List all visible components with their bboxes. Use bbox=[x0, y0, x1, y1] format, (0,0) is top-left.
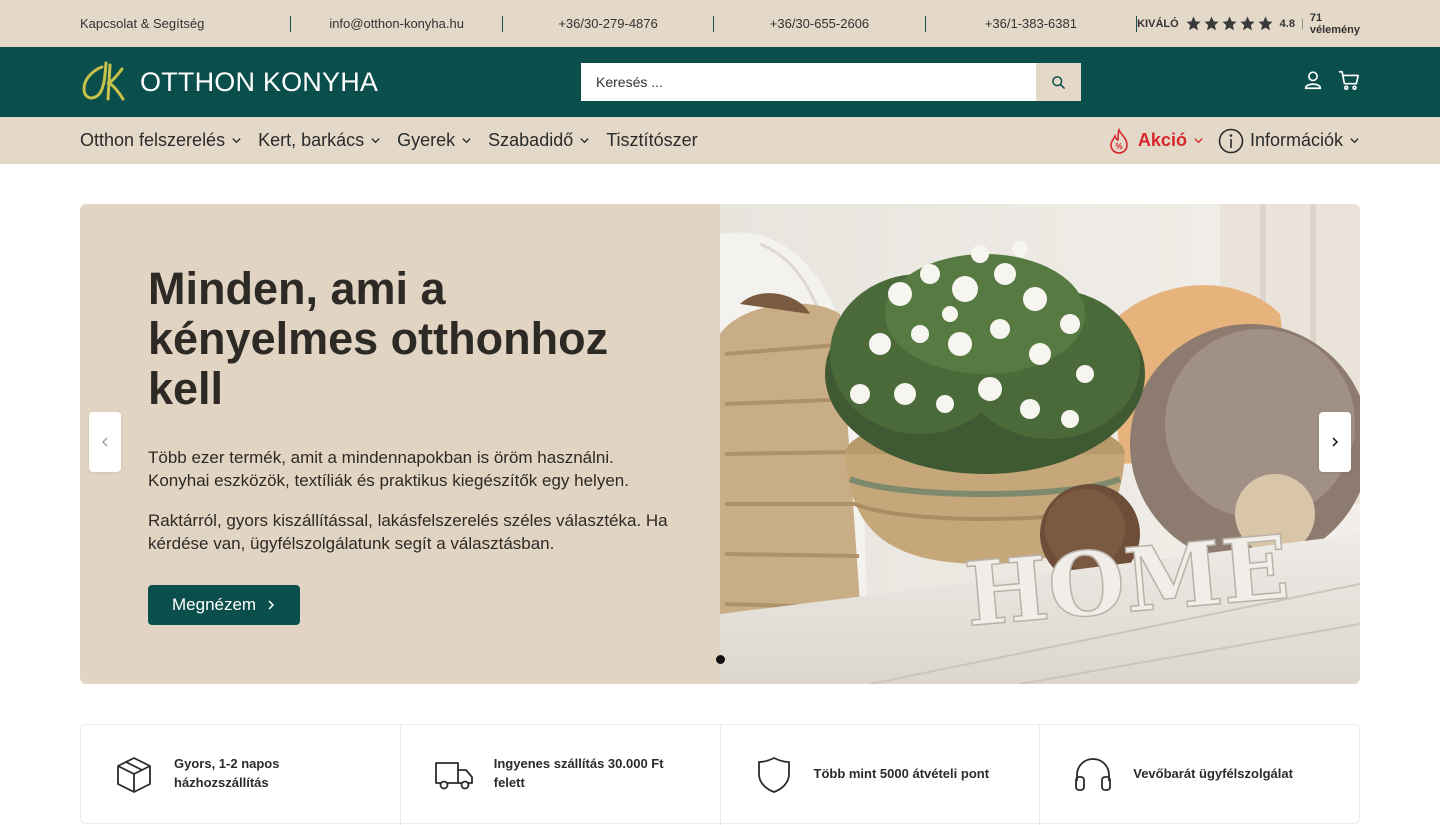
header-actions bbox=[1302, 69, 1360, 91]
chevron-right-icon bbox=[1332, 437, 1339, 447]
chevron-down-icon bbox=[232, 138, 241, 144]
box-icon bbox=[117, 757, 151, 793]
top-info-bar: Kapcsolat & Segítség info@otthon-konyha.… bbox=[0, 0, 1440, 47]
feature-item: Gyors, 1-2 napos házhozszállítás bbox=[81, 725, 401, 825]
site-header: OTTHON KONYHA bbox=[0, 47, 1440, 117]
help-link[interactable]: Kapcsolat & Segítség bbox=[80, 16, 204, 31]
nav-label: Akció bbox=[1137, 130, 1187, 150]
nav-label: Információk bbox=[1249, 130, 1343, 150]
slider-dot-active[interactable] bbox=[716, 655, 725, 664]
rating-score: 4.8 bbox=[1279, 17, 1295, 30]
hero-photo: HOME bbox=[720, 204, 1360, 684]
nav-item-szabadido[interactable]: Szabadidő bbox=[488, 130, 590, 151]
brand-name: OTTHON KONYHA bbox=[140, 66, 379, 97]
headphones-icon bbox=[1075, 758, 1112, 791]
email-link[interactable]: info@otthon-konyha.hu bbox=[329, 16, 464, 31]
chevron-right-icon bbox=[268, 600, 275, 610]
phone-link-1[interactable]: +36/30-279-4876 bbox=[558, 16, 657, 31]
nav-item-tisztitoszer[interactable]: Tisztítószer bbox=[606, 130, 697, 151]
hero-paragraph-1: Több ezer termék, amit a mindennapokban … bbox=[148, 448, 629, 490]
phone-link-2[interactable]: +36/30-655-2606 bbox=[770, 16, 869, 31]
chevron-left-icon bbox=[102, 437, 108, 447]
cta-label: Megnézem bbox=[172, 595, 257, 614]
nav-item-otthon-felszereles[interactable]: Otthon felszerelés bbox=[80, 130, 242, 151]
rating-stars bbox=[1185, 15, 1274, 32]
slider-next-button[interactable] bbox=[1319, 412, 1351, 472]
info-icon bbox=[1218, 128, 1244, 153]
rating-separator: | bbox=[1300, 17, 1304, 30]
features-bar: Gyors, 1-2 napos házhozszállítás Ingyene… bbox=[80, 724, 1360, 825]
hero-title: Minden, ami a kényelmes otthonhoz kell bbox=[148, 263, 609, 414]
chevron-down-icon bbox=[580, 138, 589, 144]
cta-button[interactable]: Megnézem bbox=[148, 585, 301, 625]
feature-text: Vevőbarát ügyfélszolgálat bbox=[1133, 765, 1293, 781]
hero-text-panel: Minden, ami a kényelmes otthonhoz kell T… bbox=[80, 204, 720, 684]
star-icon bbox=[1222, 16, 1237, 31]
search-bar bbox=[581, 63, 1081, 101]
svg-text:%: % bbox=[1115, 142, 1122, 151]
feature-text: Gyors, 1-2 napos házhozszállítás bbox=[174, 756, 280, 790]
shield-icon bbox=[757, 757, 790, 793]
feature-text: Ingyenes szállítás 30.000 Ft felett bbox=[493, 756, 664, 790]
chevron-down-icon bbox=[371, 138, 380, 144]
hero-slider: Minden, ami a kényelmes otthonhoz kell T… bbox=[80, 204, 1360, 684]
search-icon bbox=[1052, 75, 1065, 89]
feature-item: Több mint 5000 átvételi pont bbox=[721, 725, 1041, 825]
rating-reviews: 71 vélemény bbox=[1309, 11, 1360, 36]
logo[interactable]: OTTHON KONYHA bbox=[80, 59, 378, 105]
slider-prev-button[interactable] bbox=[89, 412, 121, 472]
star-icon bbox=[1258, 16, 1273, 31]
nav-item-kert-barkacs[interactable]: Kert, barkács bbox=[258, 130, 381, 151]
nav-label: Szabadidő bbox=[488, 130, 574, 150]
sale-flame-icon: % bbox=[1110, 127, 1128, 154]
cart-icon[interactable] bbox=[1338, 69, 1360, 91]
rating-widget[interactable]: KIVÁLÓ 4.8 | 71 vélemény bbox=[1137, 12, 1360, 36]
nav-item-akcio[interactable]: % Akció bbox=[1106, 127, 1204, 154]
hero-image: HOME bbox=[720, 204, 1360, 684]
chevron-down-icon bbox=[1350, 138, 1359, 144]
search-input[interactable] bbox=[581, 63, 1036, 101]
feature-text: Több mint 5000 átvételi pont bbox=[813, 765, 990, 781]
phone-link-3[interactable]: +36/1-383-6381 bbox=[985, 16, 1077, 31]
chevron-down-icon bbox=[462, 138, 471, 144]
nav-item-gyerek[interactable]: Gyerek bbox=[397, 130, 472, 151]
feature-item: Ingyenes szállítás 30.000 Ft felett bbox=[401, 725, 721, 825]
logo-mark-icon bbox=[82, 61, 125, 101]
main-nav: Otthon felszerelés Kert, barkács Gyerek … bbox=[0, 117, 1440, 164]
star-icon bbox=[1204, 16, 1219, 31]
nav-label: Otthon felszerelés bbox=[80, 130, 226, 150]
nav-item-informaciok[interactable]: Információk bbox=[1218, 128, 1360, 154]
rating-label: KIVÁLÓ bbox=[1137, 17, 1179, 30]
feature-item: Vevőbarát ügyfélszolgálat bbox=[1040, 725, 1359, 825]
account-icon[interactable] bbox=[1302, 69, 1324, 91]
hero-paragraph-2: Raktárról, gyors kiszállítással, lakásfe… bbox=[148, 511, 668, 553]
nav-label: Tisztítószer bbox=[606, 130, 698, 150]
star-icon bbox=[1240, 16, 1255, 31]
nav-label: Kert, barkács bbox=[258, 130, 365, 150]
star-icon bbox=[1186, 16, 1201, 31]
nav-label: Gyerek bbox=[397, 130, 456, 150]
chevron-down-icon bbox=[1194, 138, 1203, 144]
search-button[interactable] bbox=[1036, 63, 1081, 101]
truck-icon bbox=[434, 762, 473, 790]
